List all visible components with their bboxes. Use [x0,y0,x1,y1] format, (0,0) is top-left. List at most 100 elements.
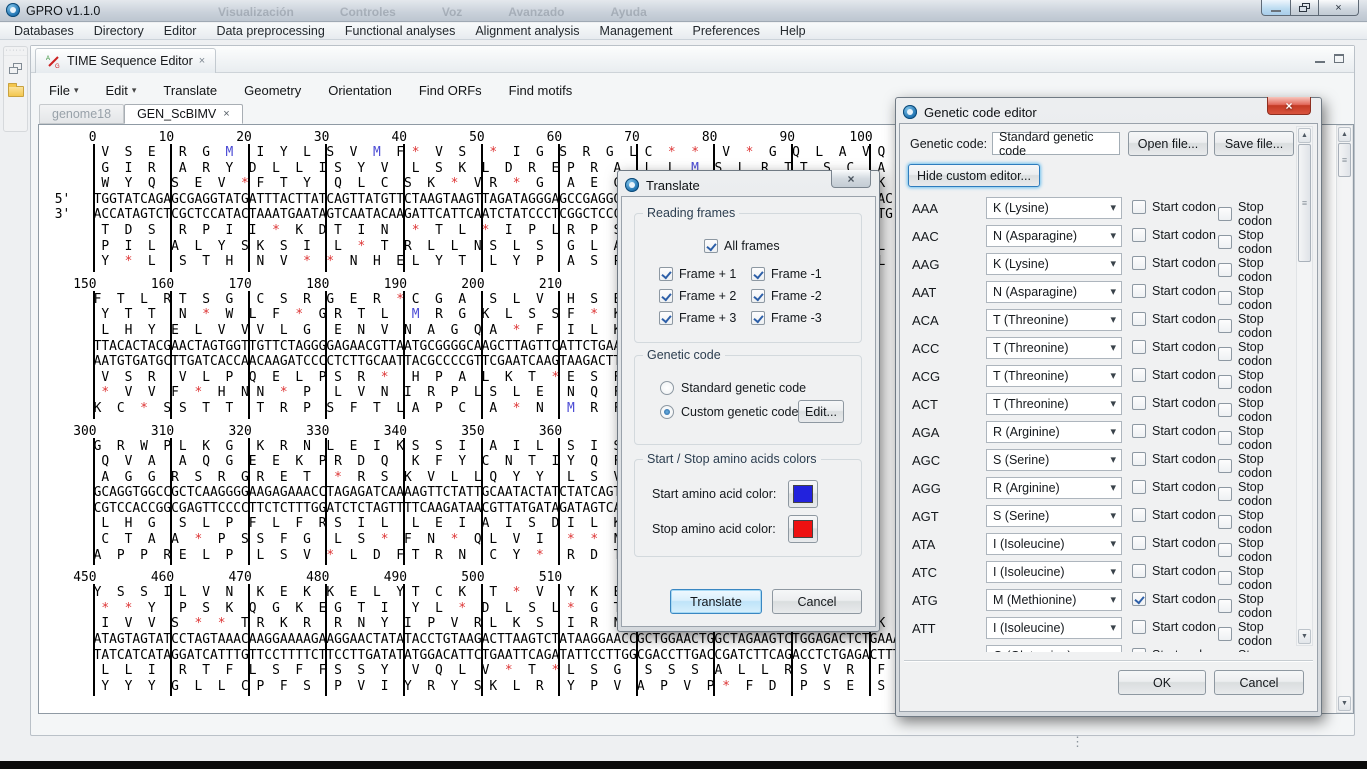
amino-acid-select[interactable]: S (Serine) [986,505,1122,527]
genetic-code-field[interactable]: Standard genetic code [992,132,1120,155]
menu-item-directory[interactable]: Directory [84,24,154,38]
amino-acid-select[interactable]: I (Isoleucine) [986,533,1122,555]
start-codon-checkbox[interactable]: Start codon [1132,368,1216,382]
checkbox-frame-3[interactable]: Frame -3 [751,311,822,325]
amino-acid-select[interactable]: K (Lysine) [986,197,1122,219]
tab-genome18[interactable]: genome18 [39,104,124,124]
checkbox-frame-2[interactable]: Frame + 2 [659,289,736,303]
genetic-editor-body: Genetic code: Standard genetic code Open… [899,123,1318,712]
translate-close-icon[interactable]: × [831,170,871,188]
menu-item-functional-analyses[interactable]: Functional analyses [335,24,465,38]
toolbar-item-find-orfs[interactable]: Find ORFs [419,83,482,98]
toolbar-item-geometry[interactable]: Geometry [244,83,301,98]
toolbar-item-find-motifs[interactable]: Find motifs [509,83,573,98]
scrollbar-thumb[interactable]: ≡ [1298,144,1311,262]
start-codon-checkbox[interactable]: Start codon [1132,312,1216,326]
amino-acid-select[interactable]: R (Arginine) [986,421,1122,443]
amino-acid-select[interactable]: R (Arginine) [986,477,1122,499]
toolbar-item-orientation[interactable]: Orientation [328,83,392,98]
start-codon-checkbox[interactable]: Start codon [1132,256,1216,270]
start-codon-checkbox[interactable]: Start codon [1132,536,1216,550]
start-codon-checkbox[interactable]: Start codon [1132,200,1216,214]
open-file-button[interactable]: Open file... [1128,131,1208,156]
genetic-editor-titlebar[interactable]: Genetic code editor [899,101,1318,123]
tab-gen-scbimv-close-icon[interactable]: × [223,108,229,120]
checkbox-all-frames[interactable]: All frames [704,239,780,253]
scroll-up-icon[interactable]: ▲ [1338,127,1351,142]
genetic-editor-cancel-button[interactable]: Cancel [1214,670,1304,695]
start-codon-checkbox[interactable]: Start codon [1132,340,1216,354]
start-codon-checkbox[interactable]: Start codon [1132,452,1216,466]
start-codon-checkbox[interactable]: Start codon [1132,396,1216,410]
amino-acid-select[interactable]: Q (Glutamine) [986,645,1122,652]
menu-item-editor[interactable]: Editor [154,24,207,38]
tab-gen-scbimv[interactable]: GEN_ScBIMV × [124,104,243,124]
edit-genetic-code-button[interactable]: Edit... [798,400,844,423]
amino-acid-select[interactable]: T (Threonine) [986,337,1122,359]
checkbox-frame-1[interactable]: Frame + 1 [659,267,736,281]
close-button[interactable]: × [1319,0,1359,16]
menu-item-data-preprocessing[interactable]: Data preprocessing [206,24,334,38]
menu-item-help[interactable]: Help [770,24,816,38]
splitter-handle[interactable]: ⋮ [1071,736,1084,747]
toolbar-item-edit[interactable]: Edit▾ [105,83,136,98]
open-folder-icon[interactable] [8,86,24,97]
stop-codon-checkbox[interactable]: Stop codon [1218,648,1294,652]
checkbox-label: Start codon [1152,564,1216,578]
amino-acid-select[interactable]: N (Asparagine) [986,225,1122,247]
amino-acid-select[interactable]: M (Methionine) [986,589,1122,611]
scroll-down-icon[interactable]: ▼ [1298,629,1311,644]
scroll-down-icon[interactable]: ▼ [1338,696,1351,711]
restore-windows-icon[interactable] [9,63,22,74]
menu-item-alignment-analysis[interactable]: Alignment analysis [465,24,589,38]
amino-acid-select[interactable]: S (Serine) [986,449,1122,471]
minimize-button[interactable] [1261,0,1291,16]
start-codon-checkbox[interactable]: Start codon [1132,620,1216,634]
start-codon-checkbox[interactable]: Start codon [1132,284,1216,298]
scrollbar-thumb[interactable]: ≡ [1338,143,1351,177]
radio-custom-genetic-code[interactable]: Custom genetic code [660,405,798,419]
amino-acid-select[interactable]: T (Threonine) [986,393,1122,415]
view-tab-close-icon[interactable]: × [199,55,205,67]
start-codon-checkbox[interactable]: Start codon [1132,592,1216,606]
codon-list-scrollbar[interactable]: ▲ ≡ ▼ [1296,126,1313,646]
genetic-editor-close-icon[interactable]: × [1267,97,1311,115]
amino-acid-select[interactable]: N (Asparagine) [986,281,1122,303]
menu-item-databases[interactable]: Databases [4,24,84,38]
start-codon-checkbox[interactable]: Start codon [1132,480,1216,494]
radio-standard-genetic-code[interactable]: Standard genetic code [660,381,806,395]
translate-cancel-button[interactable]: Cancel [772,589,862,614]
ok-button[interactable]: OK [1118,670,1206,695]
stop-color-swatch[interactable] [788,515,818,543]
checkbox-frame-1[interactable]: Frame -1 [751,267,822,281]
amino-acid-select[interactable]: K (Lysine) [986,253,1122,275]
menu-item-preferences[interactable]: Preferences [683,24,770,38]
checkbox-icon [704,239,718,253]
menu-item-management[interactable]: Management [590,24,683,38]
translate-button[interactable]: Translate [670,589,762,614]
toolbar-item-translate[interactable]: Translate [163,83,217,98]
start-color-swatch[interactable] [788,480,818,508]
amino-acid-select[interactable]: T (Threonine) [986,365,1122,387]
toolbar-item-file[interactable]: File▾ [49,83,78,98]
amino-acid-select[interactable]: I (Isoleucine) [986,617,1122,639]
hide-custom-editor-button[interactable]: Hide custom editor... [908,164,1040,187]
tab-time-sequence-editor[interactable]: A G TIME Sequence Editor × [35,48,216,73]
checkbox-frame-2[interactable]: Frame -2 [751,289,822,303]
start-codon-checkbox[interactable]: Start codon [1132,228,1216,242]
scroll-up-icon[interactable]: ▲ [1298,128,1311,143]
save-file-button[interactable]: Save file... [1214,131,1294,156]
start-codon-checkbox[interactable]: Start codon [1132,424,1216,438]
view-minimize-icon[interactable] [1315,60,1325,63]
checkbox-frame-3[interactable]: Frame + 3 [659,311,736,325]
sequence-vertical-scrollbar[interactable]: ▲ ≡ ▼ [1336,125,1353,713]
toolbar-grip[interactable]: ······ [4,47,27,56]
start-codon-checkbox[interactable]: Start codon [1132,648,1216,652]
start-codon-checkbox[interactable]: Start codon [1132,564,1216,578]
radio-label: Custom genetic code [681,405,798,419]
maximize-button[interactable] [1291,0,1319,16]
amino-acid-select[interactable]: I (Isoleucine) [986,561,1122,583]
view-maximize-icon[interactable] [1334,54,1344,63]
amino-acid-select[interactable]: T (Threonine) [986,309,1122,331]
start-codon-checkbox[interactable]: Start codon [1132,508,1216,522]
